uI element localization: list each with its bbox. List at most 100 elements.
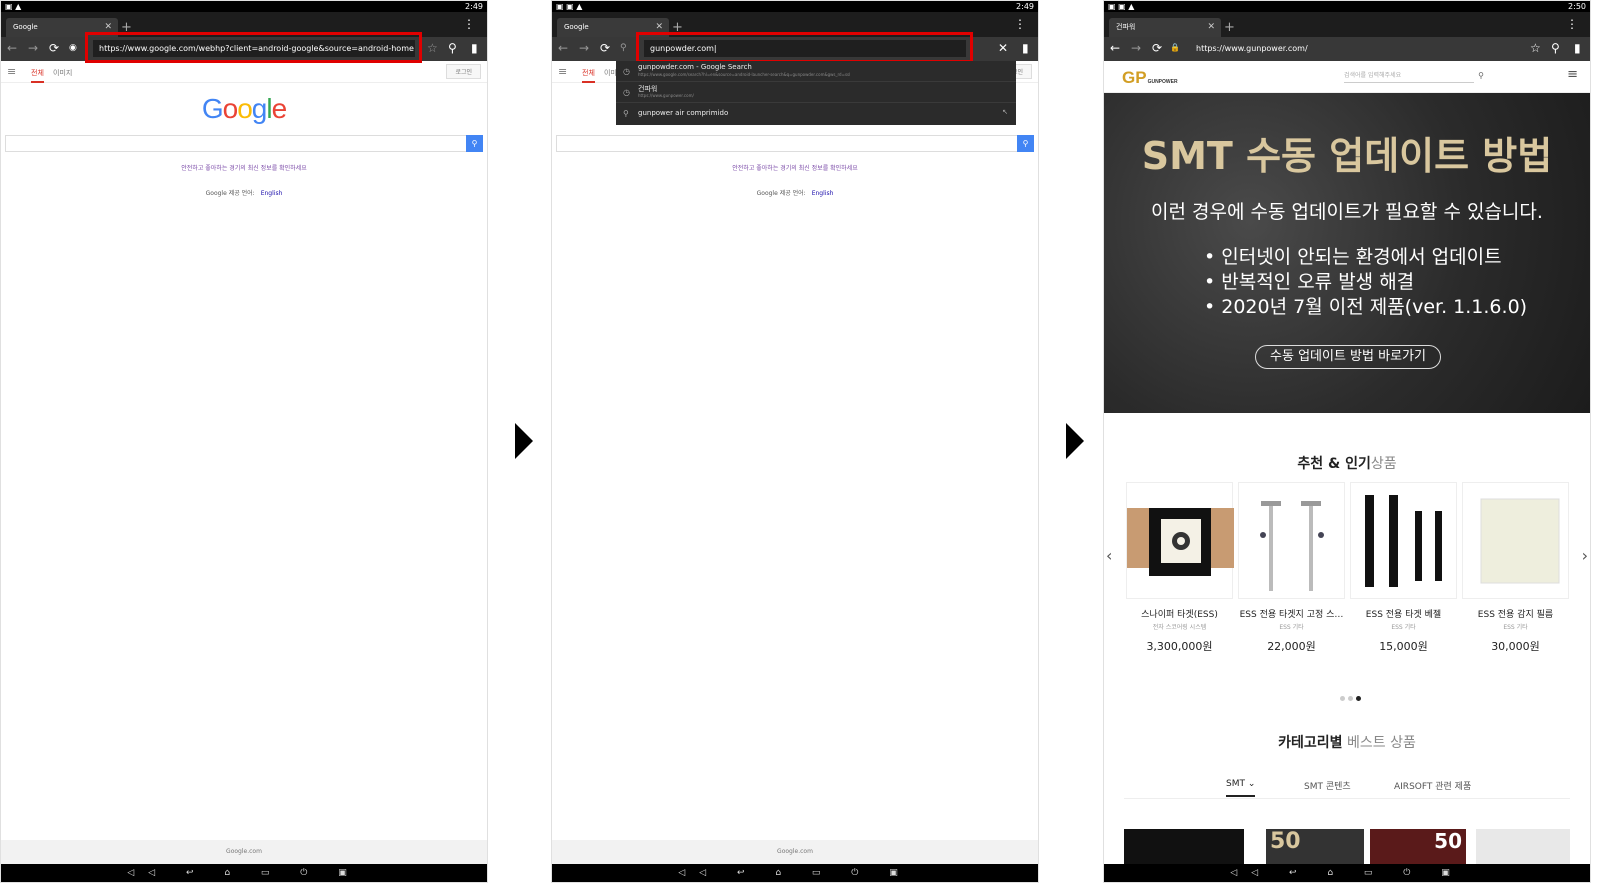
back-icon[interactable]: ←: [7, 41, 17, 55]
footer: Google.com: [1, 840, 487, 864]
thumbnail-image[interactable]: 50: [1266, 829, 1364, 867]
back-icon[interactable]: ←: [558, 41, 568, 55]
product-card[interactable]: ESS 전용 타겟지 고정 스… ESS 기타 22,000원: [1238, 482, 1345, 662]
reload-icon[interactable]: ⟳: [600, 41, 610, 55]
bookmark-icon[interactable]: ▮: [1022, 41, 1029, 55]
tab-title: 건파워: [1116, 23, 1136, 31]
english-link[interactable]: English: [812, 190, 834, 197]
carousel-dot[interactable]: [1340, 696, 1345, 701]
product-image: [1350, 482, 1457, 599]
search-icon[interactable]: ⚲: [448, 41, 457, 55]
tab-all[interactable]: 전체: [582, 68, 595, 83]
close-icon[interactable]: ✕: [1207, 18, 1215, 37]
tab-title: Google: [564, 23, 589, 31]
tab-smt-contents[interactable]: SMT 콘텐츠: [1304, 779, 1351, 792]
bezel-image: [1365, 495, 1442, 587]
tab-label: SMT: [1226, 779, 1245, 789]
carousel-dot-active[interactable]: [1356, 696, 1361, 701]
overflow-menu-icon[interactable]: ⋮: [463, 17, 475, 31]
search-button[interactable]: ⚲: [466, 135, 483, 152]
notification-icons: ▣ ▣ ▲: [556, 2, 583, 11]
site-search-input[interactable]: 검색어를 입력해주세요 ⚲: [1344, 69, 1484, 83]
nav-buttons[interactable]: ◁◁ ↩ ⌂ ▭ ⏻ ▣: [1230, 868, 1464, 878]
insert-arrow-icon[interactable]: ↖: [1002, 108, 1008, 116]
product-card[interactable]: 스나이퍼 타겟(ESS) 전자 스코어링 시스템 3,300,000원: [1126, 482, 1234, 662]
search-icon[interactable]: ⚲: [1478, 69, 1484, 83]
hero-banner[interactable]: SMT 수동 업데이트 방법 이런 경우에 수동 업데이트가 필요할 수 있습니…: [1104, 93, 1590, 413]
forward-icon[interactable]: →: [579, 41, 589, 55]
section-title-bold: 카테고리별: [1278, 735, 1343, 751]
system-nav-bar: ◁◁ ↩ ⌂ ▭ ⏻ ▣: [1104, 864, 1590, 882]
film-image: [1480, 498, 1560, 584]
section-title-light: 상품: [1370, 456, 1397, 472]
product-card[interactable]: ESS 전용 타겟 베젤 ESS 기타 15,000원: [1350, 482, 1457, 662]
manual-update-button[interactable]: 수동 업데이트 방법 바로가기: [1255, 345, 1441, 369]
thumbnail-image[interactable]: [1476, 829, 1570, 867]
chevron-right-icon[interactable]: ›: [1582, 546, 1588, 565]
star-icon[interactable]: ☆: [1530, 41, 1541, 55]
section-title-bold: 추천 & 인기: [1297, 456, 1371, 472]
browser-tab[interactable]: 건파워 ✕: [1109, 18, 1221, 37]
clock: 2:49: [465, 2, 483, 11]
banner-title: SMT 수동 업데이트 방법: [1141, 134, 1553, 178]
site-info-icon[interactable]: ◉: [69, 43, 77, 53]
thumbnail-image[interactable]: 50: [1370, 829, 1466, 867]
product-image: [1126, 482, 1234, 599]
reload-icon[interactable]: ⟳: [1152, 41, 1162, 55]
highlight-box: [85, 32, 422, 63]
category-thumbnails: 50 50: [1124, 829, 1570, 867]
product-image: [1462, 482, 1569, 599]
bookmark-icon[interactable]: ▮: [471, 41, 478, 55]
signin-button[interactable]: 로그인: [446, 64, 481, 79]
notification-icons: ▣ ▣ ▲: [1108, 2, 1135, 11]
chevron-left-icon[interactable]: ‹: [1106, 546, 1112, 565]
tab-images[interactable]: 이미: [604, 68, 617, 78]
tab-airsoft[interactable]: AIRSOFT 관련 제품: [1394, 779, 1471, 792]
hamburger-icon[interactable]: ≡: [558, 65, 567, 78]
tab-all[interactable]: 전체: [31, 68, 44, 83]
bullet-item: • 2020년 7월 이전 제품(ver. 1.1.6.0): [1204, 296, 1528, 318]
thumbnail-image[interactable]: [1124, 829, 1244, 867]
footer: Google.com: [552, 840, 1038, 864]
promo-text[interactable]: 안전하고 좋아하는 경기의 최신 정보를 확인하세요: [552, 163, 1038, 172]
suggestion-item[interactable]: ⚲ gunpower air comprimido ↖: [616, 103, 1016, 124]
search-input[interactable]: ⚲: [5, 135, 483, 152]
gunpower-logo[interactable]: GPGUNPOWER: [1122, 68, 1178, 88]
bookmark-icon[interactable]: ▮: [1574, 41, 1581, 55]
logo-text: GUNPOWER: [1147, 79, 1178, 85]
tab-images[interactable]: 이미지: [53, 68, 72, 78]
forward-icon[interactable]: →: [28, 41, 38, 55]
search-icon[interactable]: ⚲: [1551, 41, 1560, 55]
suggestion-url: https://www.google.com/search?hl=en&sour…: [638, 72, 851, 77]
hamburger-icon[interactable]: ≡: [7, 65, 16, 78]
google-logo: Google: [201, 93, 287, 124]
english-link[interactable]: English: [261, 190, 283, 197]
suggestion-item[interactable]: ◷ 건파워 https://www.gunpower.com/: [616, 82, 1016, 103]
system-nav-bar: ◁◁ ↩ ⌂ ▭ ⏻ ▣: [552, 864, 1038, 882]
status-bar: ▣ ▣ ▲ 2:50: [1104, 1, 1590, 12]
clock: 2:50: [1568, 2, 1586, 11]
promo-text[interactable]: 안전하고 좋아하는 경기의 최신 정보를 확인하세요: [1, 163, 487, 172]
hamburger-icon[interactable]: ≡: [1567, 67, 1578, 82]
product-card[interactable]: ESS 전용 감지 필름 ESS 기타 30,000원: [1462, 482, 1569, 662]
back-icon[interactable]: ←: [1110, 41, 1120, 55]
product-category: 전자 스코어링 시스템: [1152, 624, 1207, 631]
nav-buttons[interactable]: ◁◁ ↩ ⌂ ▭ ⏻ ▣: [678, 868, 912, 878]
forward-icon[interactable]: →: [1131, 41, 1141, 55]
screenshot-panel-3: ▣ ▣ ▲ 2:50 건파워 ✕ + ⋮ ← → ⟳ 🔒 https://www…: [1103, 0, 1591, 883]
new-tab-icon[interactable]: +: [1224, 20, 1235, 35]
url-bar[interactable]: https://www.gunpower.com/: [1190, 40, 1490, 57]
reload-icon[interactable]: ⟳: [49, 41, 59, 55]
star-icon[interactable]: ☆: [427, 41, 438, 55]
suggestion-item[interactable]: ◷ gunpowder.com - Google Search https://…: [616, 61, 1016, 82]
suggestion-title: gunpowder.com - Google Search: [638, 63, 752, 71]
clear-icon[interactable]: ✕: [998, 41, 1008, 55]
product-category: ESS 기타: [1279, 624, 1304, 631]
tab-smt[interactable]: SMT ⌄: [1226, 779, 1256, 797]
carousel-dot[interactable]: [1348, 696, 1353, 701]
nav-buttons[interactable]: ◁◁ ↩ ⌂ ▭ ⏻ ▣: [127, 868, 361, 878]
overflow-menu-icon[interactable]: ⋮: [1566, 17, 1578, 31]
search-input[interactable]: ⚲: [556, 135, 1034, 152]
overflow-menu-icon[interactable]: ⋮: [1014, 17, 1026, 31]
search-button[interactable]: ⚲: [1017, 135, 1034, 152]
